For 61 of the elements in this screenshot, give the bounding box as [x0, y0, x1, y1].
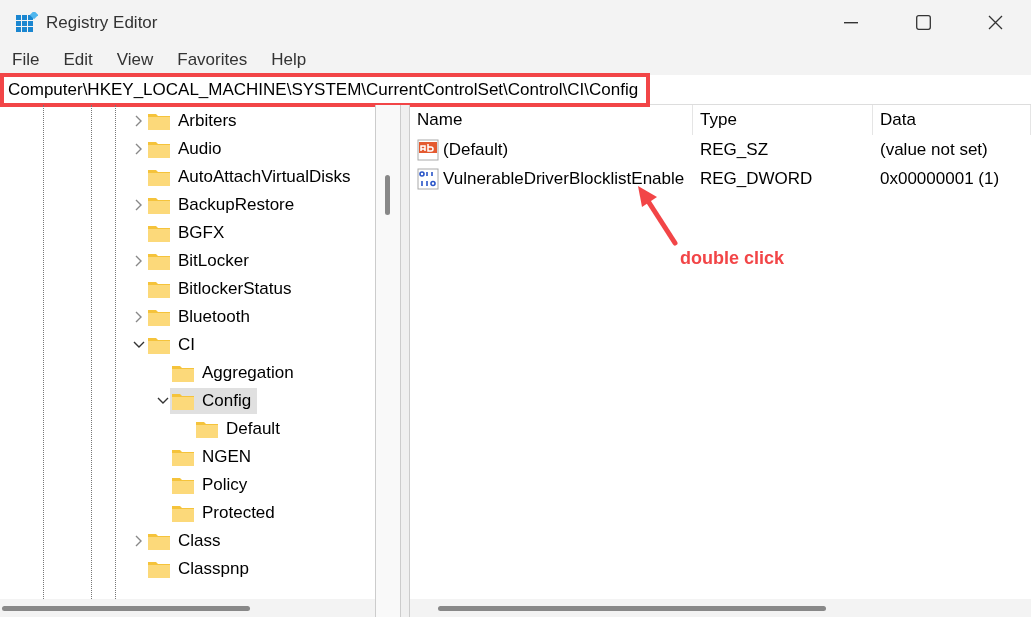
tree-item[interactable]: Bluetooth [146, 304, 256, 330]
value-name[interactable]: VulnerableDriverBlocklistEnable [410, 164, 693, 193]
value-data: (value not set) [879, 139, 988, 161]
tree-item[interactable]: Default [194, 416, 286, 442]
value-type: REG_SZ [699, 139, 770, 161]
folder-icon [148, 308, 170, 326]
folder-icon [172, 448, 194, 466]
value-name[interactable]: (Default) [410, 135, 693, 164]
folder-icon [172, 504, 194, 522]
value-type: REG_DWORD [699, 168, 814, 190]
tree-item[interactable]: NGEN [170, 444, 258, 470]
annotation-text: double click [680, 247, 785, 270]
folder-icon [148, 140, 170, 158]
menu-item[interactable]: View [104, 47, 166, 73]
tree-item[interactable]: Classpnp [146, 556, 255, 582]
minimize-icon [844, 21, 858, 24]
folder-icon [148, 560, 170, 578]
scrollbar-thumb[interactable] [2, 606, 250, 611]
tree-item[interactable]: BitLocker [146, 248, 255, 274]
folder-icon [148, 252, 170, 270]
folder-icon [148, 532, 170, 550]
window-title: Registry Editor [46, 11, 158, 34]
folder-icon [196, 420, 218, 438]
column-header[interactable]: Type [693, 105, 873, 135]
tree-item[interactable]: Aggregation [170, 360, 300, 386]
tree-item[interactable]: Policy [170, 472, 254, 498]
tree-item[interactable]: AutoAttachVirtualDisks [146, 164, 357, 190]
folder-icon [148, 196, 170, 214]
folder-icon [172, 364, 194, 382]
tree-item[interactable]: BitlockerStatus [146, 276, 298, 302]
close-icon [987, 15, 1003, 30]
string-value-icon [417, 138, 439, 161]
menu-item[interactable]: Help [259, 47, 319, 73]
folder-icon [148, 112, 170, 130]
folder-icon [172, 392, 194, 410]
tree-item[interactable]: Class [146, 528, 227, 554]
scrollbar-thumb[interactable] [385, 175, 390, 215]
tree-item[interactable]: CI [146, 332, 201, 358]
column-header[interactable]: Name [410, 105, 693, 135]
binary-value-icon [417, 167, 439, 190]
arrow-annotation [635, 185, 680, 247]
maximize-icon [915, 15, 931, 30]
registry-app-icon [16, 11, 38, 34]
menu-item[interactable]: File [0, 47, 52, 73]
menu-item[interactable]: Favorites [165, 47, 260, 73]
tree-item[interactable]: Protected [170, 500, 281, 526]
tree-item[interactable]: BGFX [146, 220, 231, 246]
tree-item[interactable]: Config [170, 388, 258, 414]
folder-icon [148, 168, 170, 186]
folder-icon [148, 224, 170, 242]
value-data: 0x00000001 (1) [879, 168, 1000, 190]
scrollbar-thumb[interactable] [438, 606, 826, 611]
folder-icon [148, 280, 170, 298]
column-header[interactable]: Data [873, 105, 1031, 135]
folder-icon [148, 336, 170, 354]
folder-icon [172, 476, 194, 494]
tree-item[interactable]: Arbiters [146, 108, 243, 134]
menu-item[interactable]: Edit [51, 47, 105, 73]
tree-item[interactable]: BackupRestore [146, 192, 301, 218]
tree-item[interactable]: Audio [146, 136, 228, 162]
address-field[interactable]: Computer\HKEY_LOCAL_MACHINE\SYSTEM\CurrentControlSet\Control\CI\Config [0, 72, 650, 107]
